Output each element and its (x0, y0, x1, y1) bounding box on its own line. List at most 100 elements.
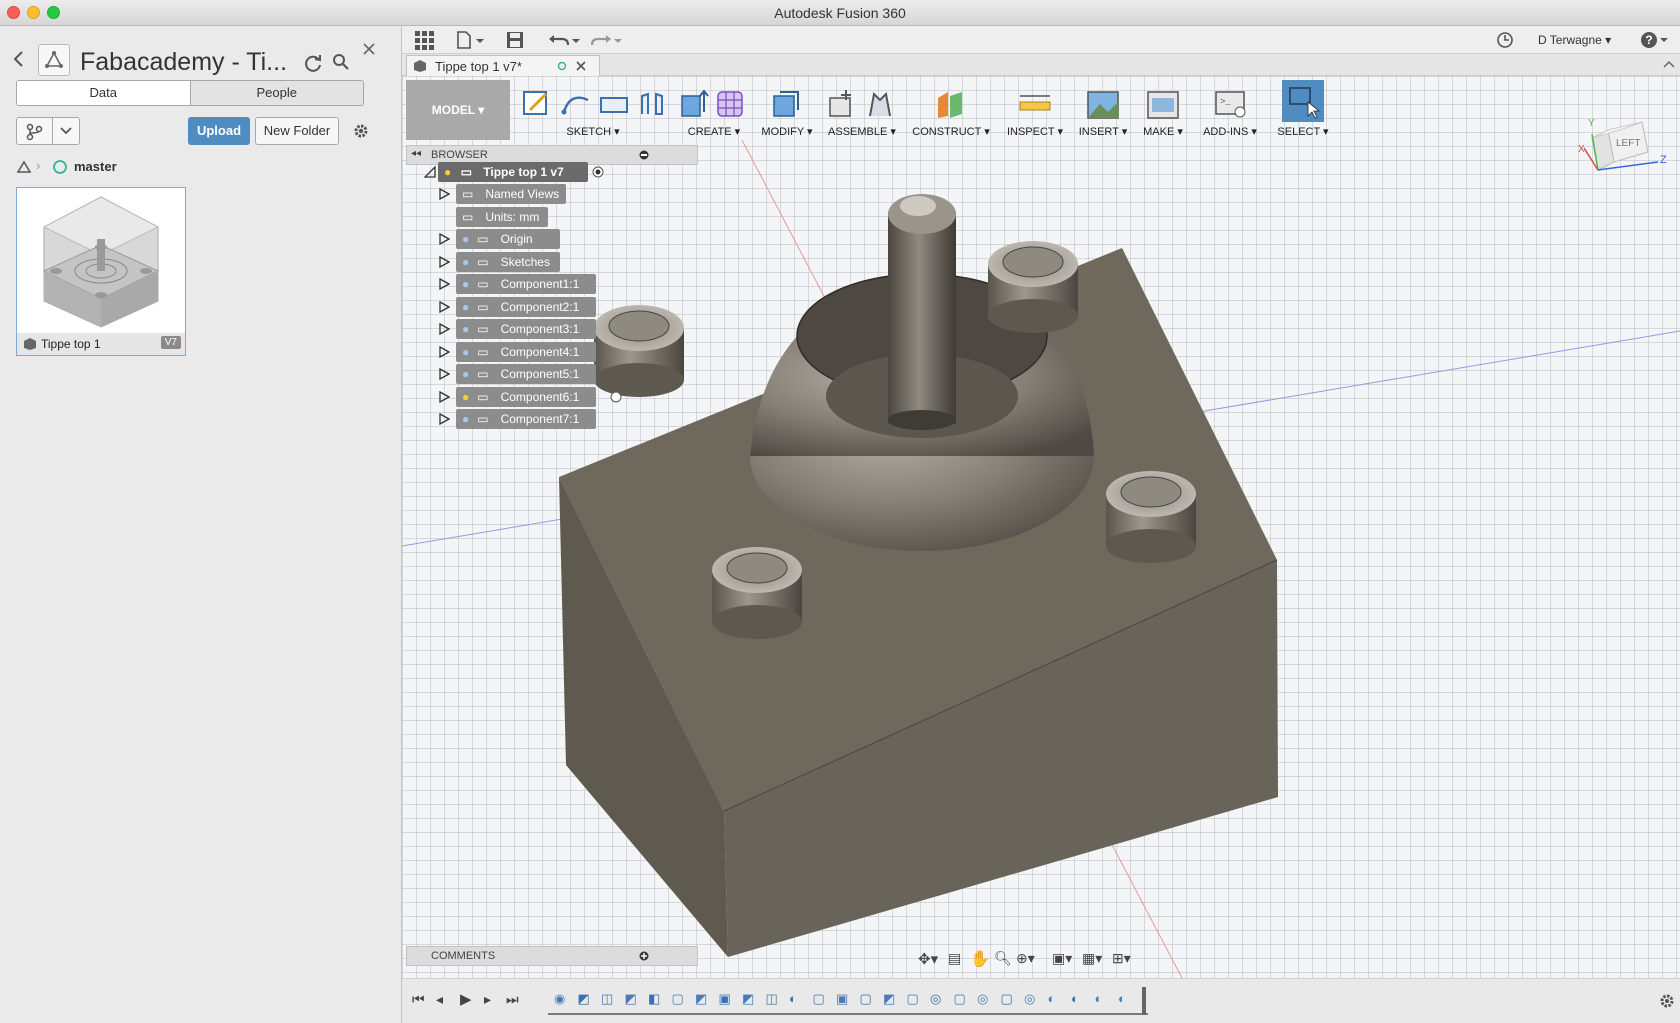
timeline-feature-icon[interactable]: ▣ (836, 991, 852, 1007)
document-tab[interactable]: Tippe top 1 v7* (406, 55, 600, 76)
tab-people[interactable]: People (189, 81, 363, 105)
construct-group[interactable]: CONSTRUCT ▾ (906, 80, 996, 140)
timeline-feature-icon[interactable]: ◐ (1071, 991, 1087, 1007)
collapse-browser-icon[interactable]: ◂◂ (411, 148, 421, 159)
display-settings-icon[interactable]: ▣▾ (1052, 950, 1072, 967)
expand-triangle-icon[interactable] (438, 413, 450, 425)
branch-name[interactable]: master (74, 159, 117, 174)
activate-radio-icon[interactable] (610, 391, 622, 403)
timeline-feature-icon[interactable]: ▢ (907, 991, 923, 1007)
mirror-tool-icon[interactable] (636, 88, 670, 120)
visibility-bulb-icon[interactable]: ● (462, 390, 469, 404)
timeline-feature-icon[interactable]: ◉ (554, 991, 570, 1007)
add-comment-icon[interactable] (639, 951, 649, 961)
browser-root-node[interactable]: ● ▭ Tippe top 1 v7 (424, 162, 644, 182)
go-to-end-icon[interactable]: ⏭ (506, 991, 519, 1008)
expand-triangle-icon[interactable] (438, 300, 450, 313)
comments-panel-header[interactable]: COMMENTS (406, 946, 698, 966)
upload-button[interactable]: Upload (188, 117, 250, 145)
user-menu[interactable]: D Terwagne ▾ (1538, 33, 1611, 47)
data-panel-grid-icon[interactable] (414, 30, 434, 50)
visibility-bulb-icon[interactable]: ● (462, 232, 469, 246)
expand-triangle-icon[interactable] (438, 390, 450, 403)
scripts-icon[interactable]: >_ (1214, 88, 1248, 120)
rectangle-tool-icon[interactable] (598, 88, 632, 120)
pan-hand-icon[interactable]: ✋ (970, 949, 990, 969)
redo-icon[interactable] (590, 33, 624, 49)
new-folder-button[interactable]: New Folder (255, 117, 339, 145)
hub-icon[interactable] (16, 160, 32, 174)
offset-plane-icon[interactable] (934, 88, 968, 120)
branch-menu-button[interactable] (16, 117, 80, 145)
minimize-browser-icon[interactable] (639, 150, 649, 160)
browser-item[interactable]: ● ▭ Origin (438, 229, 638, 249)
expand-triangle-icon[interactable] (438, 255, 450, 268)
timeline-feature-icon[interactable]: ▣ (719, 991, 735, 1007)
timeline-settings-gear-icon[interactable] (1658, 992, 1676, 1010)
new-component-icon[interactable] (826, 88, 860, 120)
timeline-feature-icon[interactable]: ◎ (1024, 991, 1040, 1007)
timeline-feature-icon[interactable]: ◎ (930, 991, 946, 1007)
browser-item[interactable]: ● ▭ Component4:1 (438, 341, 638, 362)
timeline-feature-icon[interactable]: ◫ (601, 991, 617, 1007)
grid-settings-icon[interactable]: ▦▾ (1082, 950, 1102, 967)
timeline-feature-icon[interactable]: ◐ (789, 991, 805, 1007)
browser-item[interactable]: ● ▭ Component5:1 (438, 364, 638, 384)
job-status-icon[interactable] (1496, 31, 1514, 49)
expand-triangle-icon[interactable] (438, 188, 450, 200)
step-forward-icon[interactable]: ▸ (484, 991, 491, 1008)
create-sketch-icon[interactable] (520, 88, 554, 120)
visibility-bulb-icon[interactable]: ● (462, 367, 469, 381)
expand-triangle-icon[interactable] (438, 345, 450, 358)
workspace-switcher[interactable]: MODEL ▾ (406, 80, 510, 140)
expand-triangle-icon[interactable] (438, 368, 450, 380)
gear-icon[interactable] (352, 122, 370, 140)
insert-image-icon[interactable] (1086, 88, 1120, 120)
add-ins-group[interactable]: >_ ADD-INS ▾ (1194, 80, 1266, 140)
make-group[interactable]: MAKE ▾ (1136, 80, 1190, 140)
timeline-feature-icon[interactable]: ◩ (695, 991, 711, 1007)
save-icon[interactable] (506, 31, 524, 49)
step-back-icon[interactable]: ◂ (436, 991, 443, 1008)
timeline-feature-icon[interactable]: ◩ (578, 991, 594, 1007)
select-group[interactable]: SELECT ▾ (1270, 80, 1336, 140)
timeline-feature-icon[interactable]: ◎ (977, 991, 993, 1007)
timeline-feature-icon[interactable]: ◩ (742, 991, 758, 1007)
expand-triangle-icon[interactable] (438, 278, 450, 290)
create-group[interactable]: CREATE ▾ (676, 80, 752, 140)
visibility-bulb-icon[interactable]: ● (462, 255, 469, 269)
timeline-feature-icon[interactable]: ▢ (672, 991, 688, 1007)
select-tool-highlight[interactable] (1282, 80, 1324, 122)
extrude-icon[interactable] (678, 88, 712, 120)
timeline-feature-icon[interactable]: ▢ (954, 991, 970, 1007)
play-icon[interactable]: ▶ (460, 990, 472, 1008)
expand-triangle-icon[interactable] (438, 323, 450, 335)
timeline-feature-icon[interactable]: ◐ (1095, 991, 1111, 1007)
orbit-icon[interactable]: ✥▾ (918, 950, 938, 968)
timeline-feature-icon[interactable]: ▢ (860, 991, 876, 1007)
press-pull-icon[interactable] (770, 88, 804, 120)
view-cube[interactable]: LEFT Z X Y (1578, 112, 1670, 192)
undo-icon[interactable] (548, 33, 582, 49)
refresh-icon[interactable] (303, 52, 323, 72)
timeline-marker[interactable] (1142, 987, 1146, 1015)
visibility-bulb-icon[interactable]: ● (462, 300, 469, 314)
browser-item[interactable]: ● ▭ Sketches (438, 251, 638, 272)
close-panel-icon[interactable] (362, 42, 376, 56)
look-at-icon[interactable]: ▤ (948, 950, 961, 967)
sketch-group[interactable]: SKETCH ▾ (514, 80, 672, 140)
search-icon[interactable] (332, 53, 350, 71)
activate-radio-icon[interactable] (592, 166, 604, 178)
browser-item[interactable]: ● ▭ Component6:1 (438, 386, 638, 407)
3d-print-icon[interactable] (1146, 88, 1180, 120)
go-to-start-icon[interactable]: ⏮ (412, 991, 425, 1008)
timeline-feature-icon[interactable]: ◐ (1118, 991, 1134, 1007)
visibility-bulb-icon[interactable]: ● (462, 277, 469, 291)
close-tab-icon[interactable] (575, 60, 587, 72)
collapse-triangle-icon[interactable] (424, 166, 436, 178)
help-icon[interactable]: ? (1640, 31, 1670, 49)
visibility-bulb-icon[interactable]: ● (462, 345, 469, 359)
back-arrow-icon[interactable] (12, 50, 26, 68)
timeline-feature-icon[interactable]: ◩ (625, 991, 641, 1007)
line-tool-icon[interactable] (560, 88, 594, 120)
